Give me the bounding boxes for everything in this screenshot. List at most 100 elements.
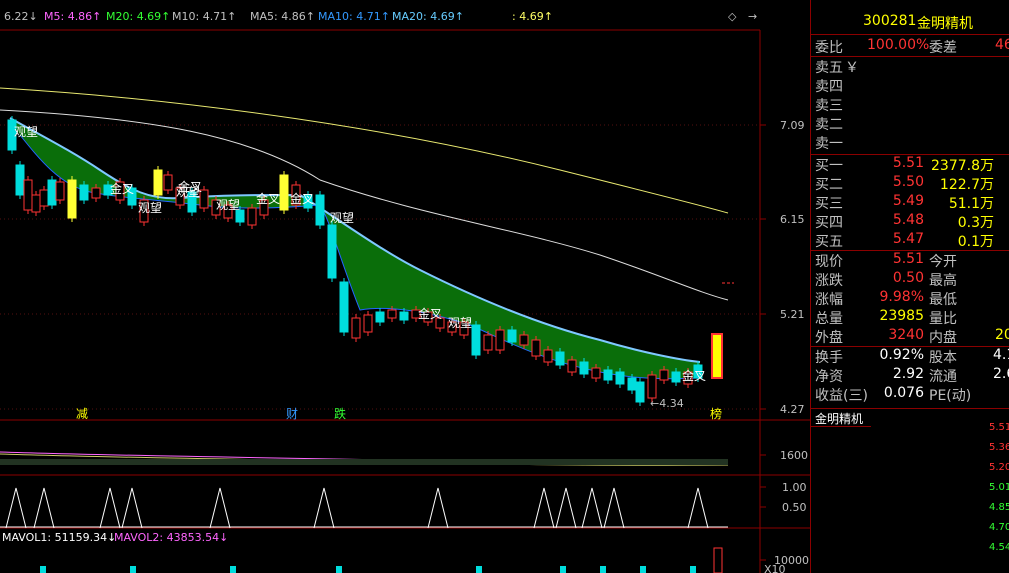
mini-axis-tick: 5.51 [989,422,1009,433]
stat-label: 最高 [929,273,957,289]
diamond-icon[interactable]: ◇ [728,10,736,23]
mini-axis-tick: 5.20 [989,462,1009,473]
candle-body [579,361,589,375]
signal-triangle [603,487,625,529]
candle-body [591,367,601,379]
signal-label-jincha: 金叉 [290,191,314,206]
stat-value: 0.076 [883,385,924,401]
buy-price: 5.48 [892,212,924,228]
volume-bar [130,566,136,573]
signal-label-jincha: 金叉 [110,181,134,196]
buy-label: 买五 [815,234,843,250]
signal-label-jincha: 金叉 [682,368,706,383]
buy-label: 买一 [815,158,843,174]
candle-body [495,329,505,351]
stock-chart-window: 7.09 6.15 5.21 4.27 观望 观望 观望 观望 观望 观望 金叉 金叉 金叉 金叉 金叉 金叉… [0,0,1009,573]
sell-label: 卖一 [815,136,843,152]
stat-value: 5.51 [892,251,924,267]
volume-bar [40,566,46,573]
event-marker: 榜 [710,406,722,421]
buy-label: 买三 [815,196,843,212]
candle-body [627,377,637,391]
candle-body [471,324,481,356]
price-axis-tick: 4.27 [780,403,805,416]
sell-row[interactable]: 卖三 [811,95,1009,114]
candle-body [15,164,25,196]
stat-label: 换手 [815,350,843,366]
candle-body [659,369,669,381]
candle-body [531,339,541,357]
arrow-right-icon[interactable]: → [748,10,757,23]
sell-row[interactable]: 卖二 [811,114,1009,133]
buy-row[interactable]: 买二 5.50 122.7万 [811,174,1009,193]
buy-volume: 51.1万 [948,196,994,212]
stat-value: 23985 [879,308,924,324]
indicator-value: MA20: 4.69↑ [392,10,464,23]
volume-bar [713,547,723,573]
signal-label-jincha: 金叉 [178,179,202,194]
signal-triangle [33,487,55,529]
buy-row[interactable]: 买四 5.48 0.3万 [811,212,1009,231]
indicator-value: : 4.69↑ [512,10,553,23]
indicator-value: M20: 4.69↑ [106,10,171,23]
sell-label: 卖五 [815,60,843,76]
signal-label-kanwang: 观望 [330,211,354,225]
signal-triangle [533,487,555,529]
kline-chart[interactable]: 7.096.155.214.27观望观望观望观望观望观望金叉 金叉金叉 金叉金叉金叉… [0,0,810,573]
candle-body [31,194,41,213]
signal-triangle [121,487,143,529]
candle-body [507,329,517,343]
candle-body [279,174,289,211]
buy-row[interactable]: 买三 5.49 51.1万 [811,193,1009,212]
stat-label: 量比 [929,311,957,327]
sell-row[interactable]: 卖五 ￥ [811,57,1009,76]
stat-label: 收益(三) [815,388,868,404]
stat-row: 换手 0.92% 股本 4.1 [811,347,1009,366]
sell-label: 卖二 [815,117,843,133]
candle-body [363,314,373,333]
weicha-label: 委差 [929,40,957,56]
weicha-value: 46 [995,37,1009,53]
stat-label: 现价 [815,254,843,270]
signal-label-jincha: 金叉 [418,306,442,321]
candle-body [351,317,361,339]
stat-value: 2.6 [993,366,1009,382]
stat-label: 净资 [815,369,843,385]
signal-triangle [555,487,577,529]
volume-bar [336,566,342,573]
stat-row: 净资 2.92 流通 2.6 [811,366,1009,385]
signal-label-jincha: 金叉 [256,191,280,206]
mavol2-label: MAVOL2: 43853.54↓ [114,531,228,544]
candle-body [399,311,409,321]
candle-body [47,179,57,206]
signal-triangle [99,487,121,529]
stat-value: 3240 [888,327,924,343]
sell-row[interactable]: 卖四 [811,76,1009,95]
buy-row[interactable]: 买一 5.51 2377.8万 [811,155,1009,174]
candle-body [247,207,257,226]
signal-triangle [5,487,27,529]
volume-bar [476,566,482,573]
sell-suffix: ￥ [845,60,859,76]
candle-body [375,311,385,323]
stock-name: 金明精机 [917,16,973,32]
candle-body [315,194,325,226]
candle-body [567,359,577,373]
candle-body [79,184,89,201]
stat-label: 内盘 [929,330,957,346]
event-marker: 减 [76,407,88,421]
candle-body [387,309,397,319]
quote-panel: 300281 金明精机 委比 100.00% 委差 46 卖五￥卖四卖三卖二卖一… [810,0,1009,573]
stat-row: 涨幅 9.98% 最低 [811,289,1009,308]
candle-body [555,351,565,366]
sell-row[interactable]: 卖一 [811,133,1009,152]
weibi-value: 100.00% [867,37,930,53]
candle-body [671,371,681,383]
event-marker: 财 [286,407,298,421]
signal-axis-tick: 1.00 [782,481,807,494]
candle-body [615,371,625,385]
stat-label: 今开 [929,254,957,270]
buy-price: 5.51 [892,155,924,171]
mavol-scale-label: X10 [764,563,786,573]
buy-row[interactable]: 买五 5.47 0.1万 [811,231,1009,250]
